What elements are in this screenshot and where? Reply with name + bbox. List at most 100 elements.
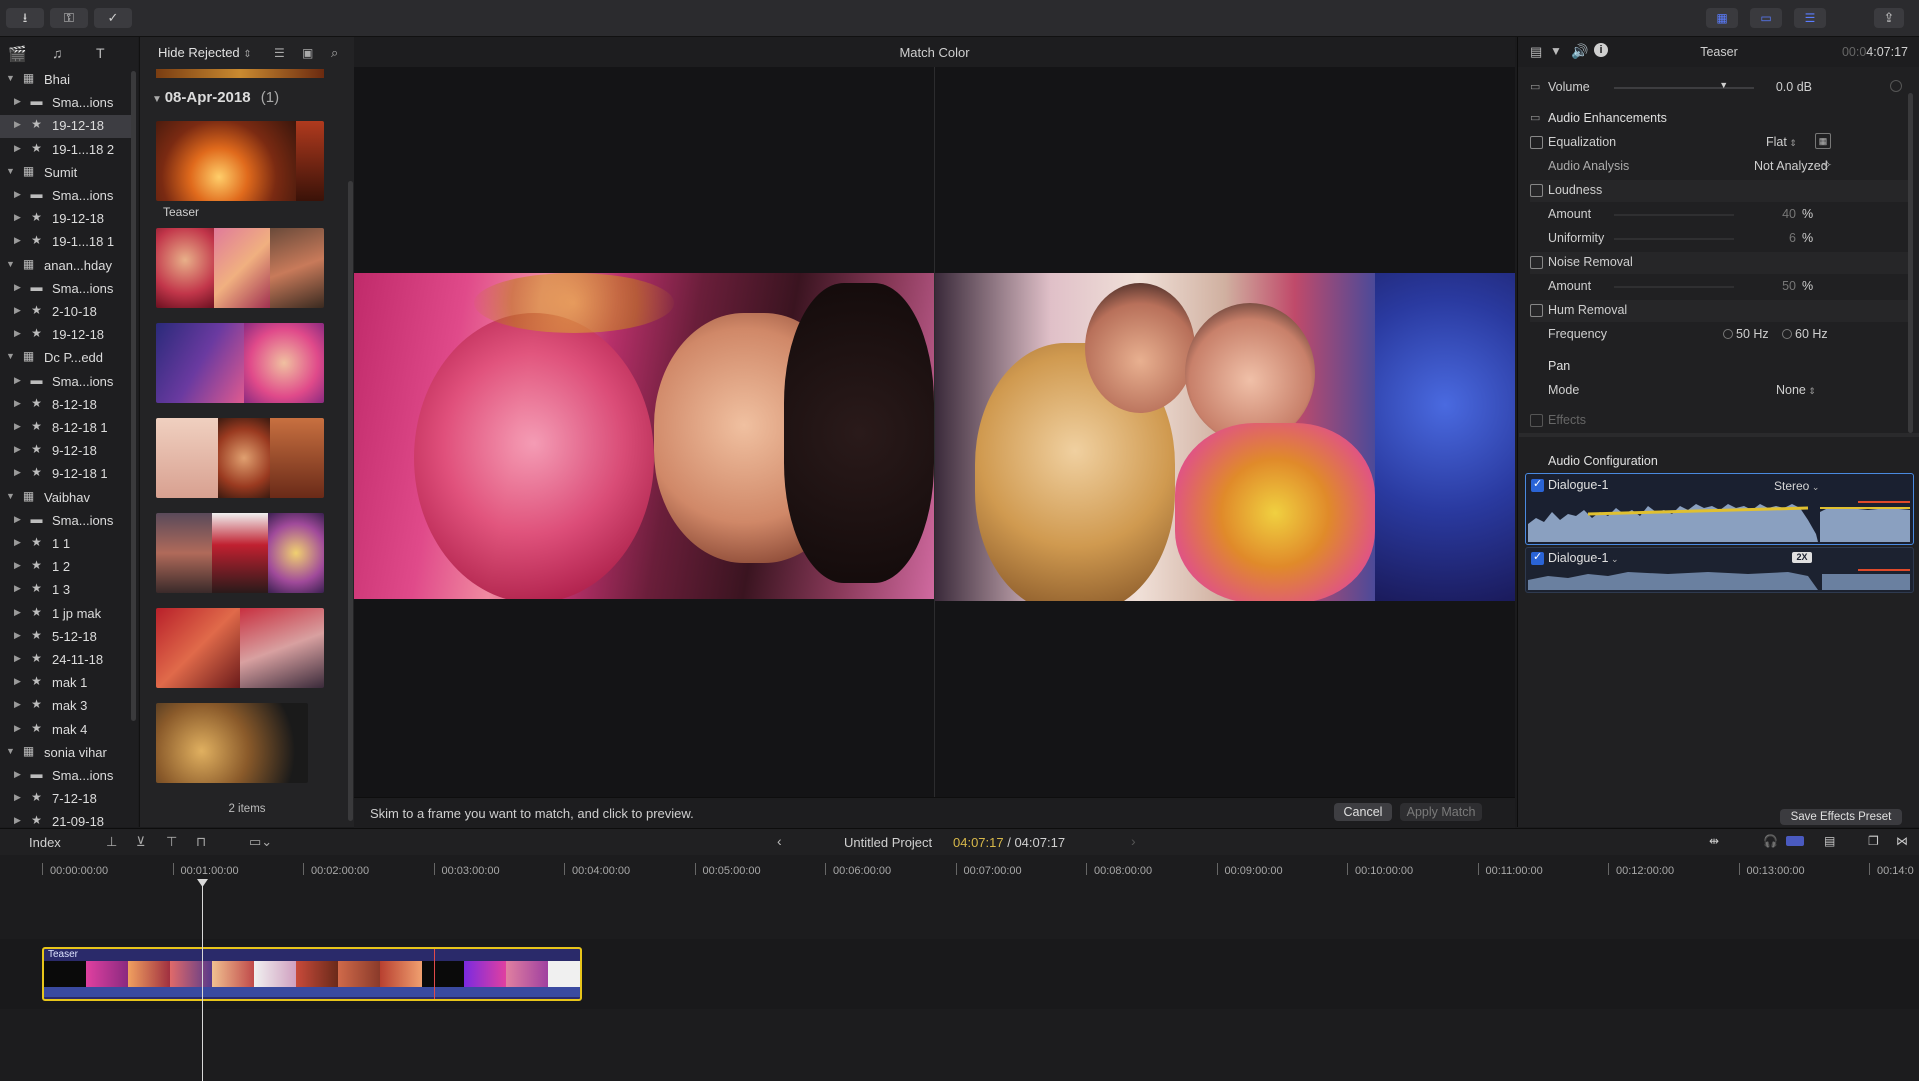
insert-clip-icon[interactable]: ⊻: [136, 834, 146, 850]
filmstrip-thumbnail[interactable]: [156, 513, 324, 593]
disclosure-triangle-icon[interactable]: ▶: [14, 305, 21, 316]
filmstrip-thumbnail[interactable]: [156, 703, 308, 783]
skimming-icon[interactable]: ⇹: [1709, 834, 1719, 848]
checkmark-icon[interactable]: ✓: [94, 8, 132, 28]
disclosure-triangle-icon[interactable]: ▼: [6, 746, 15, 756]
filmstrip-thumbnail[interactable]: [156, 121, 324, 201]
disclosure-triangle-icon[interactable]: ▶: [14, 235, 21, 246]
disclosure-triangle-icon[interactable]: ▶: [14, 189, 21, 200]
disclosure-triangle-icon[interactable]: ▶: [14, 398, 21, 409]
snapping-icon[interactable]: [1786, 836, 1804, 846]
disclosure-triangle-icon[interactable]: ▼: [6, 351, 15, 361]
overwrite-clip-icon[interactable]: ⊓: [196, 834, 206, 850]
component-2-checkbox[interactable]: [1531, 550, 1544, 565]
event-item[interactable]: ▶ ★ mak 1: [0, 672, 132, 695]
radio-60hz[interactable]: [1782, 329, 1792, 339]
disclosure-triangle-icon[interactable]: ▼: [6, 166, 15, 176]
filmstrip-thumbnail[interactable]: [156, 228, 324, 308]
disclosure-triangle-icon[interactable]: ▶: [14, 119, 21, 130]
disclosure-triangle-icon[interactable]: ▶: [14, 328, 21, 339]
folder-item[interactable]: ▶ ▬ Sma...ions: [0, 278, 132, 301]
volume-value[interactable]: 0.0 dB: [1740, 80, 1812, 94]
event-item[interactable]: ▶ ★ 9-12-18: [0, 440, 132, 463]
library-item[interactable]: ▼ ▦ sonia vihar: [0, 742, 132, 765]
event-item[interactable]: ▶ ★ 9-12-18 1: [0, 463, 132, 486]
inspector-scrollbar[interactable]: [1908, 93, 1913, 433]
disclosure-triangle-icon[interactable]: ▶: [14, 96, 21, 107]
libraries-icon[interactable]: 🎬: [8, 45, 28, 63]
event-item[interactable]: ▶ ★ 7-12-18: [0, 788, 132, 811]
volume-slider-track[interactable]: [1614, 87, 1754, 89]
event-item[interactable]: ▶ ★ 19-1...18 2: [0, 139, 132, 162]
disclosure-triangle-icon[interactable]: ▶: [14, 421, 21, 432]
pan-header[interactable]: Pan: [1530, 356, 1910, 378]
search-icon[interactable]: ⌕: [331, 45, 338, 61]
folder-item[interactable]: ▶ ▬ Sma...ions: [0, 765, 132, 788]
date-group-header[interactable]: ▼ 08-Apr-2018 (1): [152, 89, 279, 106]
disclosure-triangle-icon[interactable]: ▶: [14, 537, 21, 548]
disclosure-triangle-icon[interactable]: ▶: [14, 514, 21, 525]
current-frame-image[interactable]: [935, 273, 1515, 601]
event-item[interactable]: ▶ ★ 1 3: [0, 579, 132, 602]
headphones-icon[interactable]: 🎧: [1763, 834, 1778, 848]
filter-popup[interactable]: Hide Rejected ⇕: [158, 45, 252, 60]
browser-scrollbar[interactable]: [348, 181, 353, 821]
channel-popup[interactable]: Stereo ⌄: [1774, 479, 1819, 493]
disclosure-triangle-icon[interactable]: ▼: [6, 259, 15, 269]
filmstrip-thumbnail[interactable]: [156, 418, 324, 498]
loudness-checkbox[interactable]: [1530, 184, 1543, 197]
reference-frame-image[interactable]: [354, 273, 934, 599]
event-item[interactable]: ▶ ★ 19-12-18: [0, 208, 132, 231]
noise-removal-checkbox[interactable]: [1530, 256, 1543, 269]
timeline-ruler[interactable]: 00:00:00:00 00:01:00:00 00:02:00:00 00:03:0…: [0, 855, 1919, 885]
filmstrip-thumbnail[interactable]: [156, 608, 324, 688]
hum-removal-checkbox[interactable]: [1530, 304, 1543, 317]
volume-slider-knob[interactable]: ▼: [1719, 80, 1728, 90]
folder-item[interactable]: ▶ ▬ Sma...ions: [0, 371, 132, 394]
eq-graph-icon[interactable]: ▦: [1815, 133, 1831, 149]
folder-item[interactable]: ▶ ▬ Sma...ions: [0, 185, 132, 208]
radio-50hz[interactable]: [1723, 329, 1733, 339]
disclosure-triangle-icon[interactable]: ▶: [14, 143, 21, 154]
disclosure-triangle-icon[interactable]: ▶: [14, 560, 21, 571]
library-item[interactable]: ▼ ▦ anan...hday: [0, 255, 132, 278]
magic-wand-icon[interactable]: ✧: [1822, 158, 1832, 172]
event-item[interactable]: ▶ ★ 1 1: [0, 533, 132, 556]
disclosure-triangle-icon[interactable]: ▼: [6, 491, 15, 501]
event-item[interactable]: ▶ ★ 19-12-18: [0, 115, 132, 139]
event-item[interactable]: ▶ ★ mak 4: [0, 719, 132, 742]
loudness-amount-slider[interactable]: [1614, 214, 1734, 216]
event-item[interactable]: ▶ ★ mak 3: [0, 695, 132, 718]
disclosure-triangle-icon[interactable]: ▶: [14, 769, 21, 780]
library-item[interactable]: ▼ ▦ Bhai: [0, 69, 132, 92]
event-item[interactable]: ▶ ★ 8-12-18: [0, 394, 132, 417]
audio-component-2[interactable]: Dialogue-1 ⌄ 2X: [1525, 547, 1914, 593]
equalization-popup[interactable]: Flat ⇕: [1766, 135, 1797, 149]
disclosure-triangle-icon[interactable]: ▶: [14, 723, 21, 734]
back-arrow-icon[interactable]: ‹: [777, 833, 782, 849]
cancel-button[interactable]: Cancel: [1334, 803, 1392, 821]
import-icon[interactable]: ⭳: [6, 8, 44, 28]
component-2-label-wrap[interactable]: Dialogue-1 ⌄: [1548, 551, 1619, 565]
uniformity-slider[interactable]: [1614, 238, 1734, 240]
library-item[interactable]: ▼ ▦ Vaibhav: [0, 487, 132, 510]
loudness-amount-value[interactable]: 40: [1760, 207, 1796, 221]
disclosure-triangle-icon[interactable]: ▶: [14, 815, 21, 826]
disclosure-triangle-icon[interactable]: ▶: [14, 607, 21, 618]
audio-component-1[interactable]: Dialogue-1 Stereo ⌄: [1525, 473, 1914, 545]
disclosure-triangle-icon[interactable]: ▶: [14, 583, 21, 594]
playhead[interactable]: [202, 883, 203, 1081]
timeline-clip[interactable]: Teaser: [42, 947, 582, 1001]
append-clip-icon[interactable]: ⊤: [166, 834, 177, 850]
sidebar-scrollbar[interactable]: [131, 71, 136, 721]
noise-amount-value[interactable]: 50: [1760, 279, 1796, 293]
effects-browser-icon[interactable]: ⋈: [1896, 834, 1908, 848]
folder-item[interactable]: ▶ ▬ Sma...ions: [0, 92, 132, 115]
library-item[interactable]: ▼ ▦ Sumit: [0, 162, 132, 185]
disclosure-triangle-icon[interactable]: ▼: [6, 73, 15, 83]
pane-divider[interactable]: [1519, 433, 1919, 437]
disclosure-triangle-icon[interactable]: ▶: [14, 282, 21, 293]
inspector-icon[interactable]: ☰: [1794, 8, 1826, 28]
titles-generators-icon[interactable]: T: [96, 45, 116, 61]
filmstrip-thumbnail[interactable]: [156, 323, 324, 403]
